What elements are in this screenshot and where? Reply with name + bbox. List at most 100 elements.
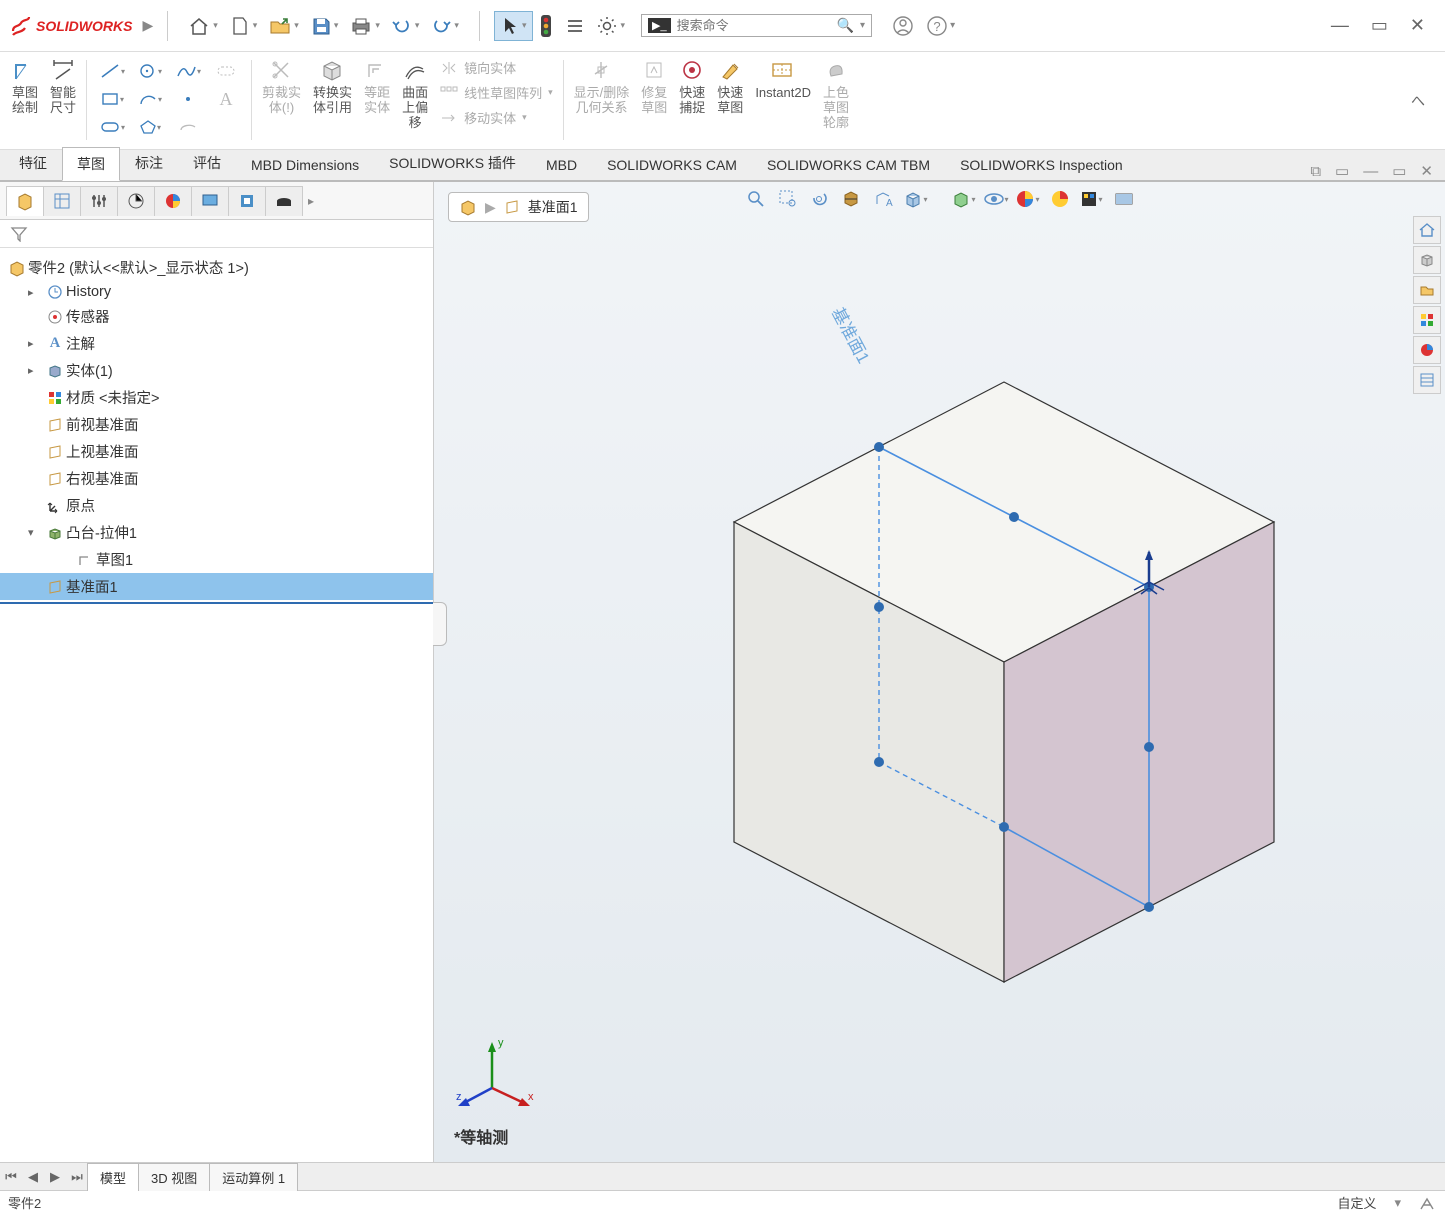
ellipse-arc-tool[interactable]	[171, 114, 205, 140]
minimize-button[interactable]: —	[1331, 15, 1349, 36]
tab-features[interactable]: 特征	[4, 146, 62, 180]
panel-expand-handle[interactable]	[433, 602, 447, 646]
zoom-fit-button[interactable]	[743, 186, 769, 212]
hide-show-button[interactable]: ▾	[983, 186, 1009, 212]
tp-custom-props[interactable]	[1413, 366, 1441, 394]
tab-camtbm[interactable]: SOLIDWORKS CAM TBM	[752, 150, 945, 180]
tree-rollback-bar[interactable]	[0, 602, 433, 604]
tab-annotate[interactable]: 标注	[120, 146, 178, 180]
ribbon-sketch[interactable]: 草图 绘制	[6, 56, 44, 146]
tp-view-palette[interactable]	[1413, 306, 1441, 334]
view-orientation-button[interactable]: ▾	[903, 186, 929, 212]
tree-material[interactable]: 材质 <未指定>	[0, 384, 433, 411]
tab-cam[interactable]: SOLIDWORKS CAM	[592, 150, 752, 180]
circle-tool[interactable]: ▾	[133, 58, 167, 84]
search-icon[interactable]: 🔍	[837, 17, 854, 34]
tp-resources[interactable]	[1413, 246, 1441, 274]
point-tool[interactable]	[171, 86, 205, 112]
btab-3dview[interactable]: 3D 视图	[138, 1163, 210, 1191]
tree-origin[interactable]: 原点	[0, 492, 433, 519]
tab-evaluate[interactable]: 评估	[178, 146, 236, 180]
new-button[interactable]	[224, 12, 264, 40]
btab-motion[interactable]: 运动算例 1	[209, 1163, 298, 1191]
rect-tool[interactable]: ▾	[95, 86, 129, 112]
doc-minimize-icon[interactable]: —	[1363, 163, 1378, 180]
fm-tab-tree[interactable]	[6, 186, 44, 216]
tp-library[interactable]	[1413, 276, 1441, 304]
doc-restore-icon[interactable]: ⧉	[1310, 163, 1321, 180]
fm-tabs-overflow-icon[interactable]: ▸	[308, 194, 314, 208]
ribbon-collapse-icon[interactable]: へ	[1411, 91, 1425, 111]
tree-sensors[interactable]: 传感器	[0, 303, 433, 330]
spline-tool[interactable]: ▾	[171, 58, 205, 84]
render-button[interactable]	[1111, 186, 1137, 212]
tab-addins[interactable]: SOLIDWORKS 插件	[374, 146, 531, 180]
doc-tile-icon[interactable]: ▭	[1392, 162, 1406, 180]
btab-first[interactable]: ⏮	[0, 1169, 22, 1185]
text-tool[interactable]: A	[209, 86, 243, 112]
tree-bodies[interactable]: ▸实体(1)	[0, 357, 433, 384]
ribbon-instant2d[interactable]: Instant2D	[749, 56, 817, 146]
btab-last[interactable]: ⏭	[66, 1169, 88, 1185]
coordinate-triad[interactable]: y x z	[452, 1028, 542, 1118]
section-view-button[interactable]	[839, 186, 865, 212]
undo-button[interactable]	[386, 13, 426, 39]
line-tool[interactable]: ▾	[95, 58, 129, 84]
fm-tab-dim[interactable]	[117, 186, 155, 216]
filter-icon[interactable]	[10, 226, 28, 242]
traffic-light-button[interactable]	[533, 10, 559, 42]
tab-mbddim[interactable]: MBD Dimensions	[236, 150, 374, 180]
arc-tool[interactable]: ▾	[133, 86, 167, 112]
btab-prev[interactable]: ◀	[22, 1169, 44, 1185]
open-button[interactable]	[263, 12, 305, 40]
tab-sketch[interactable]: 草图	[62, 147, 120, 181]
search-dropdown-icon[interactable]: ▾	[860, 20, 865, 31]
select-button[interactable]	[494, 11, 534, 41]
tree-annotations[interactable]: ▸A注解	[0, 330, 433, 357]
tree-history[interactable]: ▸History	[0, 281, 433, 303]
tree-extrude[interactable]: ▾凸台-拉伸1	[0, 519, 433, 546]
tree-right-plane[interactable]: 右视基准面	[0, 465, 433, 492]
display-style-button[interactable]: ▾	[951, 186, 977, 212]
btab-next[interactable]: ▶	[44, 1169, 66, 1185]
status-dropdown-icon[interactable]: ▾	[1394, 1195, 1401, 1211]
close-button[interactable]: ✕	[1410, 15, 1425, 36]
ribbon-quicksnap[interactable]: 快速 捕捉	[673, 56, 711, 146]
tree-root[interactable]: 零件2 (默认<<默认>_显示状态 1>)	[0, 254, 433, 281]
redo-button[interactable]	[425, 13, 465, 39]
home-button[interactable]	[182, 12, 224, 40]
edit-appearance-button[interactable]: ▾	[1015, 186, 1041, 212]
btab-model[interactable]: 模型	[87, 1163, 139, 1191]
print-button[interactable]	[344, 12, 386, 40]
previous-view-button[interactable]	[807, 186, 833, 212]
fm-tab-cam[interactable]	[228, 186, 266, 216]
doc-close-icon[interactable]: ✕	[1420, 162, 1433, 180]
doc-maximize-icon[interactable]: ▭	[1335, 162, 1349, 180]
fm-tab-property[interactable]	[43, 186, 81, 216]
apply-scene-button[interactable]	[1047, 186, 1073, 212]
help-button[interactable]: ?▾	[920, 11, 961, 41]
user-button[interactable]	[886, 11, 920, 41]
ribbon-convert[interactable]: 转换实 体引用	[307, 56, 358, 146]
tree-top-plane[interactable]: 上视基准面	[0, 438, 433, 465]
list-button[interactable]	[559, 13, 591, 39]
settings-button[interactable]	[591, 12, 631, 40]
view-settings-button[interactable]: ▾	[1079, 186, 1105, 212]
search-input[interactable]	[677, 18, 837, 33]
fm-tab-display[interactable]	[191, 186, 229, 216]
tab-mbd[interactable]: MBD	[531, 150, 592, 180]
ribbon-curve-offset[interactable]: 曲面 上偏 移	[396, 56, 434, 146]
3d-viewport[interactable]: ▶ 基准面1 A ▾ ▾ ▾ ▾ ▾	[434, 182, 1445, 1162]
tab-inspection[interactable]: SOLIDWORKS Inspection	[945, 150, 1138, 180]
zoom-area-button[interactable]	[775, 186, 801, 212]
play-icon[interactable]: ▶	[142, 17, 153, 34]
slot-tool[interactable]	[209, 58, 243, 84]
tree-plane1[interactable]: 基准面1	[0, 573, 433, 600]
slot2-tool[interactable]: ▾	[95, 114, 129, 140]
selection-breadcrumb[interactable]: ▶ 基准面1	[448, 192, 589, 222]
ribbon-smartdim[interactable]: 智能 尺寸	[44, 56, 82, 146]
save-button[interactable]	[305, 12, 345, 40]
status-units-icon[interactable]	[1419, 1195, 1437, 1211]
tp-home[interactable]	[1413, 216, 1441, 244]
polygon-tool[interactable]: ▾	[133, 114, 167, 140]
